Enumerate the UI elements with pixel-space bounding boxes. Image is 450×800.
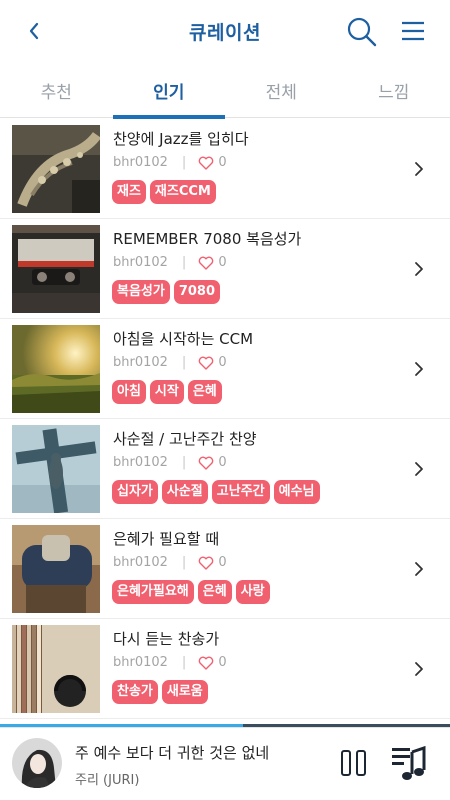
- like-count: 0: [218, 255, 227, 270]
- like-count: 0: [218, 155, 227, 170]
- thumbnail-image: [12, 425, 100, 513]
- tag-chip[interactable]: 7080: [173, 280, 221, 304]
- tab-recommended[interactable]: 추천: [0, 62, 113, 118]
- thumbnail-image: [12, 325, 100, 413]
- tag-list: 찬송가 새로움: [112, 680, 208, 704]
- chevron-right-icon[interactable]: [414, 361, 424, 377]
- item-user: bhr0102: [113, 255, 168, 270]
- item-user: bhr0102: [113, 355, 168, 370]
- list-item[interactable]: 다시 듣는 찬송가 bhr0102 | 0 찬송가 새로움: [0, 619, 450, 719]
- list-item[interactable]: 은혜가 필요할 때 bhr0102 | 0 은혜가필요해 은혜 사랑: [0, 519, 450, 619]
- item-meta: bhr0102 | 0: [113, 555, 227, 570]
- playlist-icon: [392, 745, 426, 780]
- chevron-right-icon[interactable]: [414, 561, 424, 577]
- meta-separator: |: [181, 155, 187, 170]
- list-item[interactable]: 아침을 시작하는 CCM bhr0102 | 0 아침 시작 은혜: [0, 319, 450, 419]
- curation-list: 찬양에 Jazz를 입히다 bhr0102 | 0 재즈 재즈CCM REMEM…: [0, 119, 450, 724]
- heart-icon[interactable]: [198, 456, 214, 470]
- chevron-right-icon[interactable]: [414, 161, 424, 177]
- thumbnail-image: [12, 125, 100, 213]
- tag-list: 은혜가필요해 은혜 사랑: [112, 580, 270, 604]
- item-title: 사순절 / 고난주간 찬양: [113, 430, 257, 448]
- item-user: bhr0102: [113, 555, 168, 570]
- thumbnail-image: [12, 225, 100, 313]
- tag-list: 복음성가 7080: [112, 280, 221, 304]
- back-button[interactable]: [22, 18, 46, 44]
- tag-list: 아침 시작 은혜: [112, 380, 222, 404]
- tag-chip[interactable]: 은혜: [197, 580, 232, 604]
- meta-separator: |: [181, 555, 187, 570]
- pause-icon: [341, 750, 366, 776]
- item-title: 찬양에 Jazz를 입히다: [113, 130, 249, 148]
- item-user: bhr0102: [113, 655, 168, 670]
- hamburger-menu-icon: [402, 21, 424, 41]
- meta-separator: |: [181, 655, 187, 670]
- now-playing-title: 주 예수 보다 더 귀한 것은 없네: [75, 744, 270, 762]
- tag-chip[interactable]: 예수님: [273, 480, 320, 504]
- tag-chip[interactable]: 재즈: [112, 180, 146, 204]
- chevron-right-icon[interactable]: [414, 661, 424, 677]
- playlist-button[interactable]: [390, 744, 426, 782]
- tag-list: 재즈 재즈CCM: [112, 180, 216, 204]
- tag-chip[interactable]: 사순절: [161, 480, 208, 504]
- list-item[interactable]: 사순절 / 고난주간 찬양 bhr0102 | 0 십자가 사순절 고난주간 예…: [0, 419, 450, 519]
- now-playing-artist: 주리 (JURI): [75, 773, 140, 788]
- item-title: 아침을 시작하는 CCM: [113, 330, 254, 348]
- heart-icon[interactable]: [198, 156, 214, 170]
- meta-separator: |: [181, 355, 187, 370]
- item-meta: bhr0102 | 0: [113, 155, 227, 170]
- item-meta: bhr0102 | 0: [113, 655, 227, 670]
- album-art: [12, 738, 62, 788]
- search-button[interactable]: [346, 16, 378, 48]
- tag-chip[interactable]: 새로움: [161, 680, 208, 704]
- item-meta: bhr0102 | 0: [113, 455, 227, 470]
- tag-chip[interactable]: 은혜가필요해: [112, 580, 194, 604]
- mini-player[interactable]: 주 예수 보다 더 귀한 것은 없네 주리 (JURI): [0, 727, 450, 800]
- tag-list: 십자가 사순절 고난주간 예수님: [112, 480, 320, 504]
- item-title: REMEMBER 7080 복음성가: [113, 230, 302, 248]
- chevron-right-icon[interactable]: [414, 261, 424, 277]
- tag-chip[interactable]: 복음성가: [112, 280, 170, 304]
- heart-icon[interactable]: [198, 656, 214, 670]
- tag-chip[interactable]: 은혜: [187, 380, 222, 404]
- tag-chip[interactable]: 사랑: [235, 580, 270, 604]
- thumbnail-image: [12, 625, 100, 713]
- item-title: 은혜가 필요할 때: [113, 530, 220, 548]
- tag-chip[interactable]: 아침: [112, 380, 146, 404]
- meta-separator: |: [181, 255, 187, 270]
- tag-chip[interactable]: 찬송가: [112, 680, 158, 704]
- item-meta: bhr0102 | 0: [113, 355, 227, 370]
- tag-chip[interactable]: 고난주간: [211, 480, 270, 504]
- like-count: 0: [218, 355, 227, 370]
- tag-chip[interactable]: 시작: [149, 380, 184, 404]
- item-user: bhr0102: [113, 455, 168, 470]
- tag-chip[interactable]: 재즈CCM: [149, 180, 216, 204]
- tab-feeling[interactable]: 느낌: [338, 62, 450, 118]
- heart-icon[interactable]: [198, 556, 214, 570]
- like-count: 0: [218, 455, 227, 470]
- thumbnail-image: [12, 525, 100, 613]
- pause-button[interactable]: [340, 748, 368, 778]
- list-item[interactable]: 찬양에 Jazz를 입히다 bhr0102 | 0 재즈 재즈CCM: [0, 119, 450, 219]
- item-user: bhr0102: [113, 155, 168, 170]
- like-count: 0: [218, 655, 227, 670]
- chevron-right-icon[interactable]: [414, 461, 424, 477]
- app-header: 큐레이션: [0, 0, 450, 62]
- tab-popular[interactable]: 인기: [112, 62, 226, 119]
- chevron-left-icon: [29, 22, 39, 40]
- item-title: 다시 듣는 찬송가: [113, 630, 220, 648]
- meta-separator: |: [181, 455, 187, 470]
- page-title: 큐레이션: [189, 21, 261, 44]
- tab-all[interactable]: 전체: [225, 62, 338, 118]
- like-count: 0: [218, 555, 227, 570]
- menu-button[interactable]: [398, 16, 428, 46]
- heart-icon[interactable]: [198, 356, 214, 370]
- tab-bar: 추천 인기 전체 느낌: [0, 62, 450, 119]
- item-meta: bhr0102 | 0: [113, 255, 227, 270]
- heart-icon[interactable]: [198, 256, 214, 270]
- search-icon: [347, 17, 377, 47]
- list-item[interactable]: REMEMBER 7080 복음성가 bhr0102 | 0 복음성가 7080: [0, 219, 450, 319]
- tag-chip[interactable]: 십자가: [112, 480, 158, 504]
